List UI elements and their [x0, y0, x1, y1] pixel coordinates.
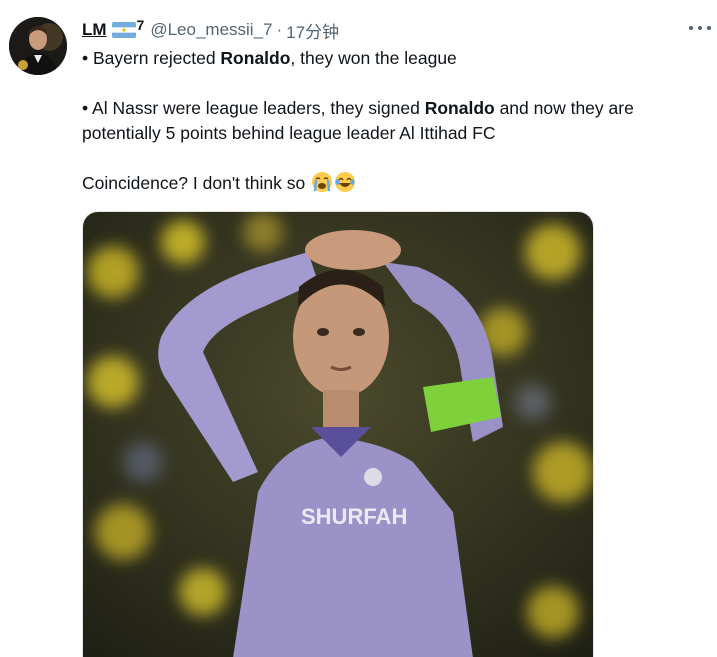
text-span: Coincidence? I don't think so: [82, 173, 311, 193]
mention-ronaldo: Ronaldo: [220, 48, 291, 68]
tweet-line-3: Coincidence? I don't think so: [82, 171, 702, 196]
tears-of-joy-emoji-icon: [334, 171, 356, 193]
tweet-line-2: • Al Nassr were league leaders, they sig…: [82, 96, 702, 146]
loudly-crying-face-emoji-icon: [311, 171, 333, 193]
tweet-card[interactable]: LM 7 @Leo_messii_7 · 17分钟 • Bayern rejec…: [0, 0, 717, 657]
avatar-image: [9, 17, 67, 75]
author-handle[interactable]: @Leo_messii_7: [150, 20, 272, 40]
ronaldo-photo-image: SHURFAH: [83, 212, 593, 657]
author-badge: 7: [136, 17, 145, 33]
tweet-timestamp[interactable]: 17分钟: [286, 18, 339, 43]
author-avatar[interactable]: [9, 17, 67, 75]
tweet-text: • Bayern rejected Ronaldo, they won the …: [82, 46, 702, 196]
text-span: • Al Nassr were league leaders, they sig…: [82, 98, 425, 118]
separator-dot: ·: [276, 20, 283, 39]
text-span: , they won the league: [290, 48, 457, 68]
argentina-flag-icon: [111, 22, 136, 38]
tweet-line-1: • Bayern rejected Ronaldo, they won the …: [82, 46, 702, 71]
text-span: • Bayern rejected: [82, 48, 221, 68]
more-options-icon[interactable]: [689, 20, 711, 36]
tweet-photo[interactable]: SHURFAH: [82, 211, 594, 657]
tweet-header: LM 7 @Leo_messii_7 · 17分钟: [82, 17, 339, 43]
jersey-sponsor-text: SHURFAH: [301, 504, 407, 529]
mention-ronaldo: Ronaldo: [424, 98, 495, 118]
author-display-name[interactable]: LM: [82, 20, 107, 40]
